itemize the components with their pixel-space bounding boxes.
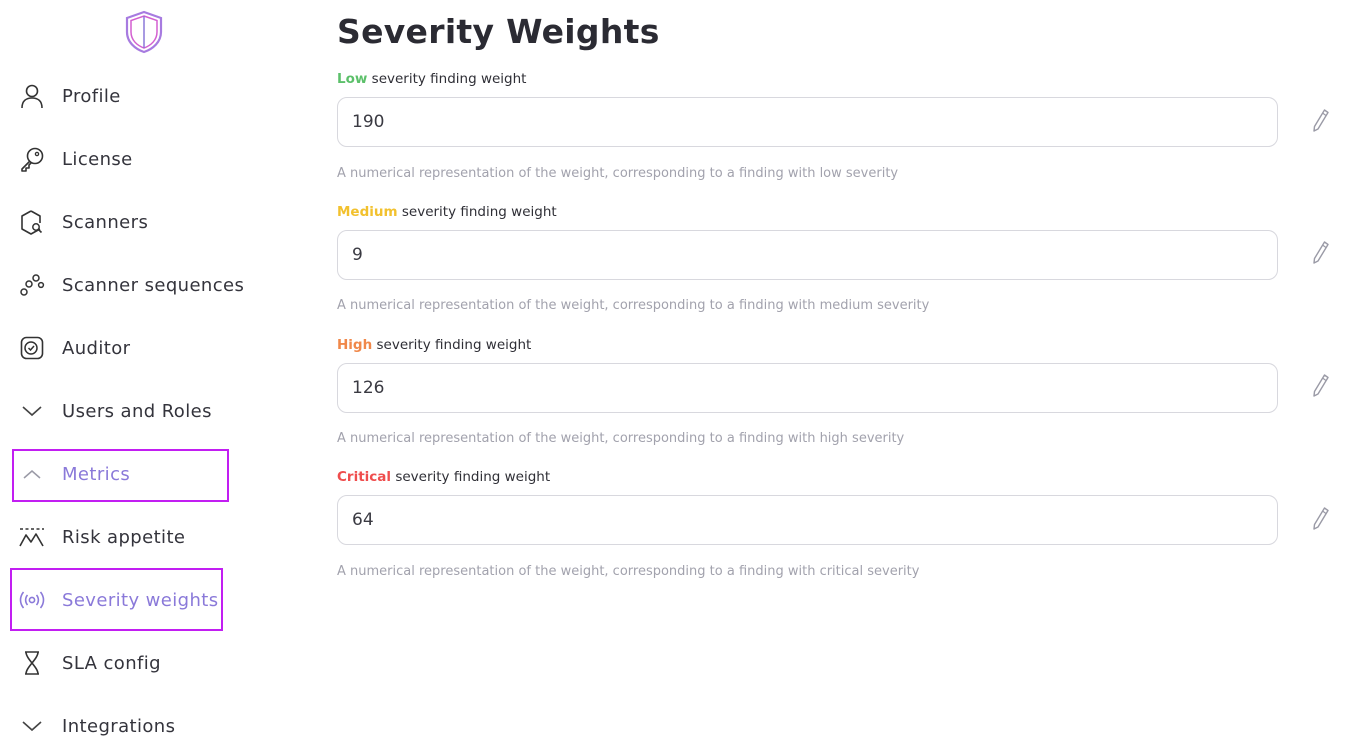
sidebar-item-severity-weights[interactable]: Severity weights [0, 580, 290, 620]
severity-name: Low [337, 71, 368, 87]
pencil-icon [1312, 240, 1330, 268]
label-suffix: severity finding weight [371, 71, 527, 87]
sequence-icon [18, 271, 46, 299]
severity-name: High [337, 337, 373, 353]
label-suffix: severity finding weight [401, 204, 557, 220]
medium-weight-label: Medium severity finding weight [337, 204, 557, 220]
sidebar-item-label: Scanners [62, 211, 149, 233]
severity-name: Medium [337, 204, 398, 220]
high-weight-helper-text: A numerical representation of the weight… [337, 431, 905, 446]
sidebar-item-label: Integrations [62, 715, 176, 737]
critical-weight-edit-button[interactable] [1310, 506, 1332, 534]
high-weight-input[interactable]: 126 [337, 363, 1278, 413]
chevron-up-icon [18, 460, 46, 488]
low-weight-input[interactable]: 190 [337, 97, 1278, 147]
sidebar-item-label: Risk appetite [62, 526, 186, 548]
pencil-icon [1312, 506, 1330, 534]
critical-weight-helper-text: A numerical representation of the weight… [337, 564, 920, 579]
pencil-icon [1312, 108, 1330, 136]
sidebar-item-risk-appetite[interactable]: Risk appetite [0, 517, 290, 557]
pencil-icon [1312, 373, 1330, 401]
critical-weight-label: Critical severity finding weight [337, 469, 550, 485]
chevron-down-icon [18, 397, 46, 425]
sidebar-item-label: Severity weights [62, 589, 219, 611]
input-value: 126 [352, 378, 385, 398]
radio-waves-icon [18, 586, 46, 614]
input-value: 9 [352, 245, 363, 265]
sidebar-item-label: Users and Roles [62, 400, 212, 422]
sidebar-item-label: License [62, 148, 133, 170]
severity-name: Critical [337, 469, 392, 485]
low-weight-edit-button[interactable] [1310, 108, 1332, 136]
sidebar-item-profile[interactable]: Profile [0, 76, 290, 116]
auditor-icon [18, 334, 46, 362]
sidebar-item-sla-config[interactable]: SLA config [0, 643, 290, 683]
label-suffix: severity finding weight [376, 337, 532, 353]
low-weight-helper-text: A numerical representation of the weight… [337, 166, 899, 181]
page-title: Severity Weights [337, 12, 660, 51]
sidebar-item-scanner-sequences[interactable]: Scanner sequences [0, 265, 290, 305]
sidebar-item-label: Profile [62, 85, 121, 107]
medium-weight-helper-text: A numerical representation of the weight… [337, 298, 930, 313]
medium-weight-edit-button[interactable] [1310, 240, 1332, 268]
sidebar-item-label: SLA config [62, 652, 161, 674]
sidebar-item-auditor[interactable]: Auditor [0, 328, 290, 368]
key-icon [18, 145, 46, 173]
sidebar-item-label: Metrics [62, 463, 131, 485]
input-value: 64 [352, 510, 374, 530]
user-icon [18, 82, 46, 110]
sidebar-item-license[interactable]: License [0, 139, 290, 179]
sidebar-item-label: Auditor [62, 337, 131, 359]
high-weight-edit-button[interactable] [1310, 373, 1332, 401]
sidebar-item-integrations[interactable]: Integrations [0, 706, 290, 741]
sidebar: Profile License Scanners Scanner sequenc… [0, 0, 300, 741]
shield-logo[interactable] [124, 10, 164, 54]
high-weight-label: High severity finding weight [337, 337, 531, 353]
chevron-down-icon [18, 712, 46, 740]
label-suffix: severity finding weight [395, 469, 551, 485]
critical-weight-input[interactable]: 64 [337, 495, 1278, 545]
medium-weight-input[interactable]: 9 [337, 230, 1278, 280]
hourglass-icon [18, 649, 46, 677]
low-weight-label: Low severity finding weight [337, 71, 526, 87]
sidebar-item-scanners[interactable]: Scanners [0, 202, 290, 242]
sidebar-item-users-and-roles[interactable]: Users and Roles [0, 391, 290, 431]
scanner-icon [18, 208, 46, 236]
risk-appetite-icon [18, 523, 46, 551]
input-value: 190 [352, 112, 385, 132]
sidebar-item-metrics[interactable]: Metrics [0, 454, 290, 494]
sidebar-item-label: Scanner sequences [62, 274, 245, 296]
